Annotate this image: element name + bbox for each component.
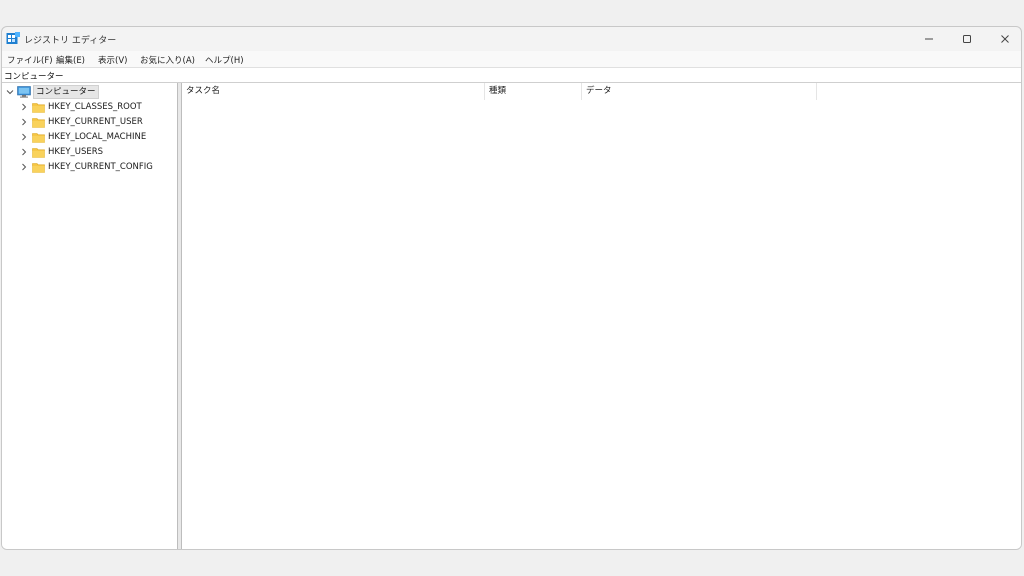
menu-favorites[interactable]: お気に入り(A) xyxy=(140,54,195,66)
menu-bar: ファイル(F) 編集(E) 表示(V) お気に入り(A) ヘルプ(H) xyxy=(2,51,1021,67)
chevron-down-icon[interactable] xyxy=(5,85,15,99)
close-button[interactable] xyxy=(986,27,1021,51)
column-header-type[interactable]: 種類 xyxy=(485,83,582,100)
chevron-right-icon[interactable] xyxy=(19,130,29,144)
tree-item-label[interactable]: HKEY_CLASSES_ROOT xyxy=(48,102,142,112)
tree-item-label[interactable]: HKEY_USERS xyxy=(48,147,103,157)
window-title: レジストリ エディター xyxy=(24,36,117,46)
tree-item-hkey-current-user[interactable]: HKEY_CURRENT_USER xyxy=(19,115,143,129)
chevron-right-icon[interactable] xyxy=(19,145,29,159)
menu-help[interactable]: ヘルプ(H) xyxy=(205,54,244,66)
chevron-right-icon[interactable] xyxy=(19,160,29,174)
tree-item-hkey-current-config[interactable]: HKEY_CURRENT_CONFIG xyxy=(19,160,153,174)
tree-item-hkey-local-machine[interactable]: HKEY_LOCAL_MACHINE xyxy=(19,130,146,144)
address-bar[interactable]: コンピューター xyxy=(2,67,1021,83)
chevron-right-icon[interactable] xyxy=(19,115,29,129)
menu-view[interactable]: 表示(V) xyxy=(98,54,127,66)
value-list-pane[interactable]: タスク名 種類 データ xyxy=(181,83,1021,549)
minimize-icon xyxy=(925,38,933,40)
menu-file[interactable]: ファイル(F) xyxy=(7,54,53,66)
tree-item-hkey-classes-root[interactable]: HKEY_CLASSES_ROOT xyxy=(19,100,142,114)
computer-icon xyxy=(17,86,31,98)
column-header-data[interactable]: データ xyxy=(582,83,817,100)
folder-icon xyxy=(32,117,45,128)
tree-item-label[interactable]: HKEY_LOCAL_MACHINE xyxy=(48,132,146,142)
tree-item-hkey-users[interactable]: HKEY_USERS xyxy=(19,145,103,159)
address-path[interactable]: コンピューター xyxy=(4,70,64,82)
column-header-name[interactable]: タスク名 xyxy=(182,83,485,100)
maximize-button[interactable] xyxy=(948,27,986,51)
folder-icon xyxy=(32,102,45,113)
folder-icon xyxy=(32,132,45,143)
minimize-button[interactable] xyxy=(910,27,948,51)
tree-root-label[interactable]: コンピューター xyxy=(33,85,99,99)
tree-item-label[interactable]: HKEY_CURRENT_CONFIG xyxy=(48,162,153,172)
registry-editor-window: レジストリ エディター ファイル(F) 編集(E) 表示(V) お気に入り(A)… xyxy=(1,26,1022,550)
tree-item-label[interactable]: HKEY_CURRENT_USER xyxy=(48,117,143,127)
title-bar[interactable]: レジストリ エディター xyxy=(2,27,1021,51)
registry-editor-icon xyxy=(6,32,20,44)
key-tree-pane[interactable]: コンピューター HKEY_CLASSES_ROOT HKEY_CURRENT_U… xyxy=(2,83,178,549)
menu-edit[interactable]: 編集(E) xyxy=(56,54,85,66)
folder-icon xyxy=(32,147,45,158)
folder-icon xyxy=(32,162,45,173)
tree-root-computer[interactable]: コンピューター xyxy=(5,85,99,99)
chevron-right-icon[interactable] xyxy=(19,100,29,114)
maximize-icon xyxy=(963,35,971,43)
close-icon xyxy=(1001,35,1009,43)
